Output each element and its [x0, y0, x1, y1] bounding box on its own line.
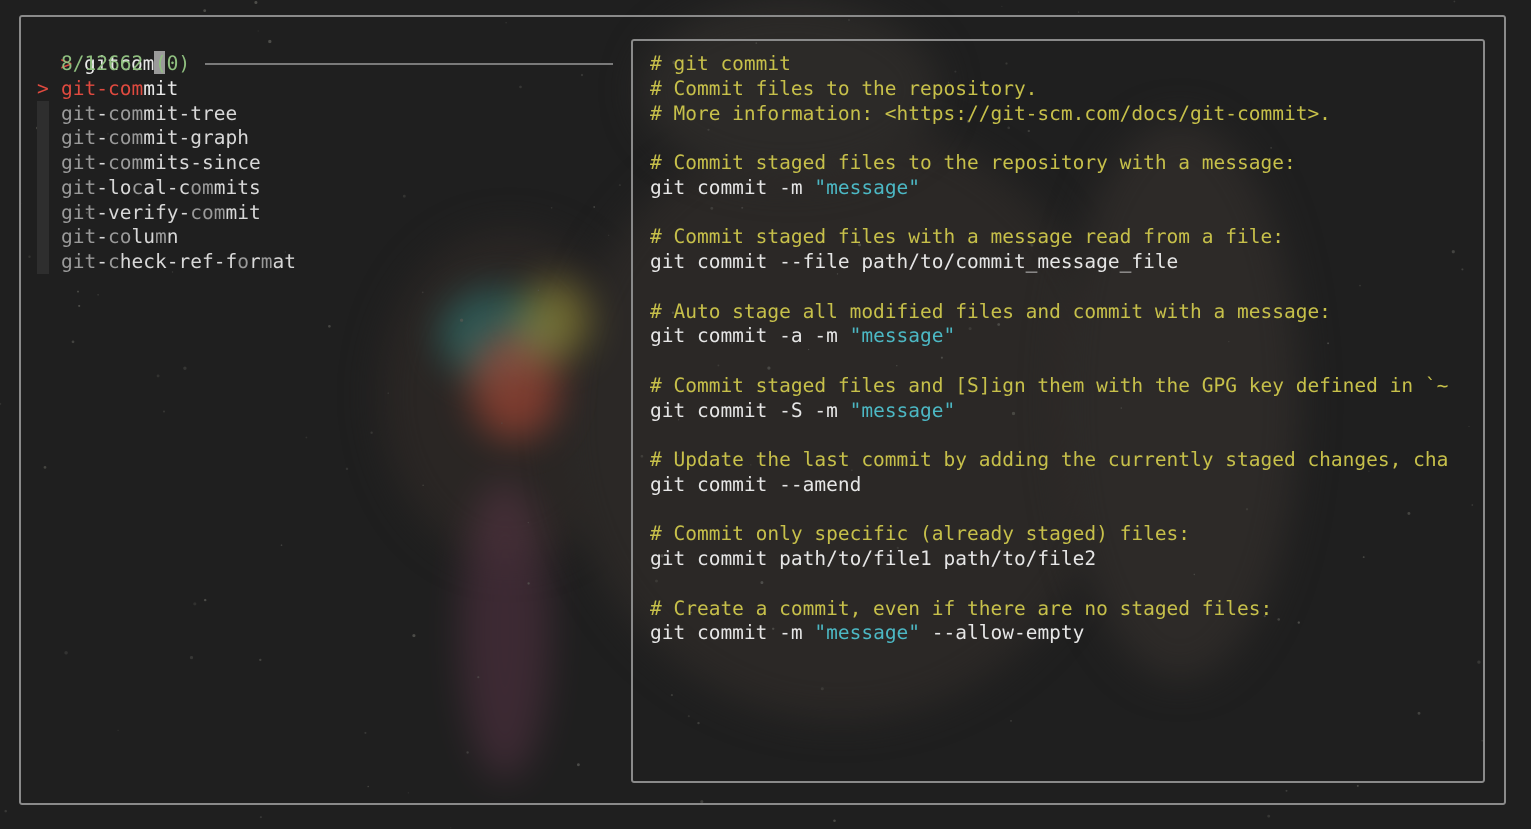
match-counter: 8/12662 (0)	[61, 52, 191, 75]
result-gutter	[37, 224, 49, 249]
preview-comment-line: # Commit files to the repository.	[650, 77, 1038, 100]
preview-comment-line: # More information: <https://git-scm.com…	[650, 102, 1331, 125]
preview-code-line: git commit --amend	[650, 473, 862, 496]
preview-pane: # git commit # Commit files to the reposi…	[650, 51, 1468, 771]
preview-string-literal: "message"	[849, 399, 956, 422]
preview-comment-line: # Commit only specific (already staged) …	[650, 522, 1191, 545]
preview-code-line: git commit -m "message" --allow-empty	[650, 621, 1085, 644]
result-item[interactable]: git-commit-graph	[61, 125, 249, 150]
preview-code-line: git commit path/to/file1 path/to/file2	[650, 547, 1097, 570]
preview-string-literal: "message"	[814, 176, 921, 199]
result-item[interactable]: git-verify-commit	[61, 200, 261, 225]
result-item[interactable]: git-check-ref-format	[61, 249, 296, 274]
preview-comment-line: # Commit staged files with a message rea…	[650, 225, 1284, 248]
preview-comment-line: # git commit	[650, 52, 791, 75]
preview-comment-line: # Auto stage all modified files and comm…	[650, 300, 1331, 323]
selected-caret-icon: >	[37, 77, 49, 100]
preview-code-line: git commit --file path/to/commit_message…	[650, 250, 1179, 273]
preview-code-line: git commit -S -m "message"	[650, 399, 956, 422]
result-gutter	[37, 125, 49, 150]
search-prompt-line[interactable]: > gitcom	[37, 26, 166, 75]
result-item[interactable]: git-local-commits	[61, 175, 261, 200]
result-item[interactable]: git-commit-tree	[61, 101, 237, 126]
result-item-selected[interactable]: git-commit	[61, 76, 178, 101]
preview-code-line: git commit -a -m "message"	[650, 324, 956, 347]
result-item[interactable]: git-column	[61, 224, 179, 249]
preview-string-literal: "message"	[814, 621, 921, 644]
preview-string-literal: "message"	[849, 324, 956, 347]
preview-comment-line: # Update the last commit by adding the c…	[650, 448, 1449, 471]
result-gutter	[37, 101, 49, 126]
result-gutter	[37, 175, 49, 200]
result-gutter	[37, 200, 49, 225]
result-match-highlight: git-com	[61, 77, 144, 100]
result-item[interactable]: git-commits-since	[61, 150, 261, 175]
preview-comment-line: # Create a commit, even if there are no …	[650, 597, 1273, 620]
result-gutter	[37, 150, 49, 175]
info-separator	[205, 63, 613, 65]
preview-comment-line: # Commit staged files to the repository …	[650, 151, 1296, 174]
result-gutter	[37, 249, 49, 274]
preview-code-line: git commit -m "message"	[650, 176, 921, 199]
preview-comment-line: # Commit staged files and [S]ign them wi…	[650, 374, 1449, 397]
result-label-rest: mit	[143, 77, 179, 100]
